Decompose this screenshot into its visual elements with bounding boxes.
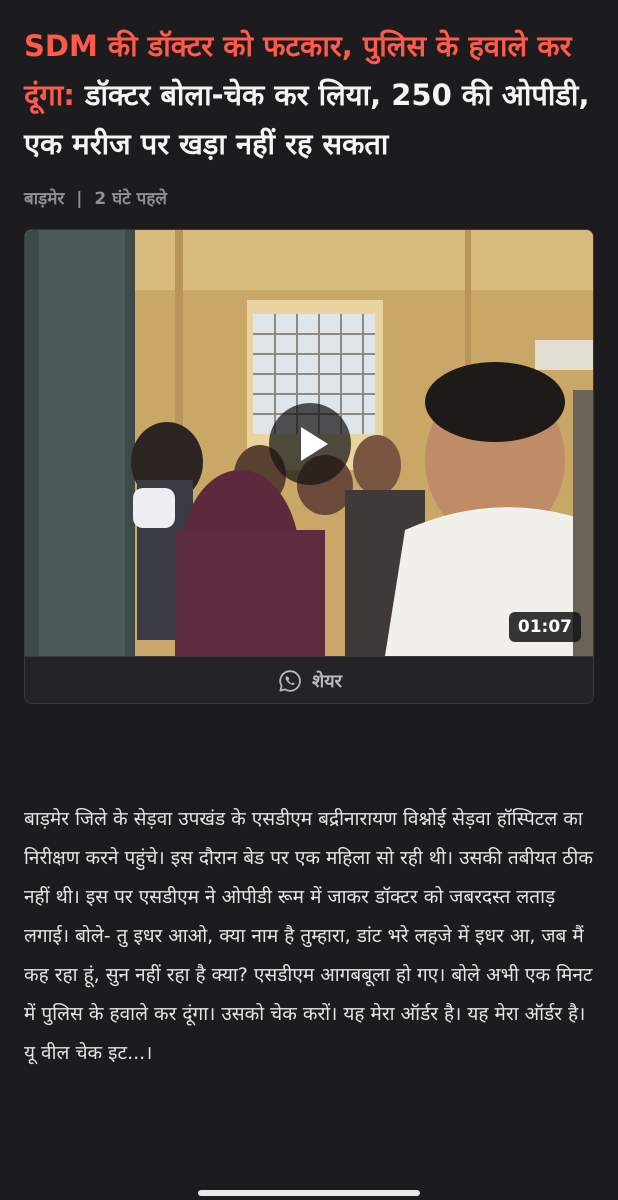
article-body: बाड़मेर जिले के सेड़वा उपखंड के एसडीएम ब… [24,808,593,1064]
meta-separator: | [76,189,83,209]
article-headline: SDM की डॉक्टर को फटकार, पुलिस के हवाले क… [24,22,596,169]
play-icon [301,427,328,461]
home-indicator[interactable] [198,1190,420,1196]
article-time: 2 घंटे पहले [94,189,167,209]
headline-rest: डॉक्टर बोला-चेक कर लिया, 250 की ओपीडी, ए… [24,78,590,161]
article-page: SDM की डॉक्टर को फटकार, पुलिस के हवाले क… [0,0,618,1200]
share-button[interactable]: शेयर [25,656,593,703]
video-duration: 01:07 [508,612,581,642]
video-card: 01:07 शेयर [24,229,594,704]
article-location[interactable]: बाड़मेर [24,189,64,209]
play-button[interactable] [269,403,351,485]
whatsapp-icon [278,669,302,693]
article-meta: बाड़मेर | 2 घंटे पहले [24,186,167,209]
video-player[interactable]: 01:07 [25,230,593,656]
share-label: शेयर [311,671,343,692]
